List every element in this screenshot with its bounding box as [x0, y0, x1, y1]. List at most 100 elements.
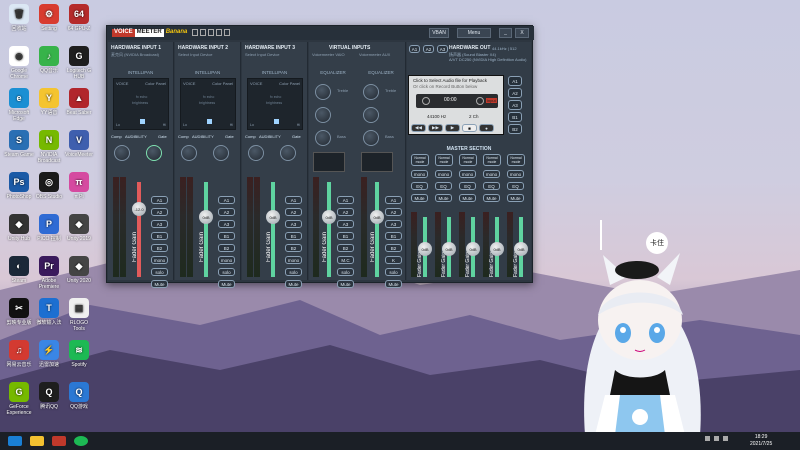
- eq-button[interactable]: EQ: [483, 182, 500, 190]
- desktop-icon[interactable]: ◆ Unity Hub: [4, 214, 34, 242]
- desktop-icon[interactable]: ▲ Beat Saber: [64, 88, 94, 116]
- desktop-icon[interactable]: 🗑 回收站: [4, 4, 34, 32]
- strip-button-mono[interactable]: mono: [151, 256, 168, 264]
- recorder-rate[interactable]: 44100 Hz: [427, 114, 446, 119]
- desktop-icon[interactable]: Q QQ游戏: [64, 382, 94, 410]
- fader-knob[interactable]: 0dB: [199, 210, 213, 224]
- strip-button-a3[interactable]: A3: [385, 220, 402, 228]
- fader-knob[interactable]: 0dB: [514, 242, 528, 256]
- recorder-out-b1[interactable]: B1: [508, 112, 522, 122]
- clock[interactable]: 18:29 2021/7/25: [750, 434, 772, 448]
- normal-mode-button[interactable]: Normal mode: [459, 154, 477, 166]
- play-icon[interactable]: ▶: [445, 124, 460, 132]
- strip-button-mono[interactable]: mono: [218, 256, 235, 264]
- eq-knob[interactable]: [315, 107, 331, 123]
- desktop-icon[interactable]: P PICO 控制: [34, 214, 64, 242]
- record-icon[interactable]: ●: [479, 124, 494, 132]
- strip-button-a3[interactable]: A3: [285, 220, 302, 228]
- eq-button[interactable]: EQ: [507, 182, 524, 190]
- desktop-icon[interactable]: π π Pi: [64, 172, 94, 200]
- normal-mode-button[interactable]: Normal mode: [411, 154, 429, 166]
- recorder-out-a2[interactable]: A2: [508, 88, 522, 98]
- gate-knob[interactable]: [213, 145, 229, 161]
- strip-button-b2[interactable]: B2: [285, 244, 302, 252]
- recorder-input-badge[interactable]: input: [486, 98, 497, 103]
- recorder-out-a1[interactable]: A1: [508, 76, 522, 86]
- desktop-icon[interactable]: e Microsoft Edge: [4, 88, 34, 122]
- desktop-icon[interactable]: ◎ OBS Studio: [34, 172, 64, 200]
- spotify-taskbar-icon[interactable]: [74, 436, 88, 446]
- strip-button-b2[interactable]: B2: [151, 244, 168, 252]
- strip-button-solo[interactable]: solo: [151, 268, 168, 276]
- mute-button[interactable]: Mute: [411, 194, 428, 202]
- strip-button-a3[interactable]: A3: [151, 220, 168, 228]
- comp-knob[interactable]: [248, 145, 264, 161]
- intellipan-panel[interactable]: VOICE Color Panel fx echo brightness Lo Hi: [247, 78, 303, 130]
- intellipan-panel[interactable]: VOICE Color Panel fx echo brightness Lo Hi: [180, 78, 236, 130]
- comp-knob[interactable]: [181, 145, 197, 161]
- strip-button-a1[interactable]: A1: [218, 196, 235, 204]
- desktop-icon[interactable]: ♫ 网易云音乐: [4, 340, 34, 368]
- desktop-icon[interactable]: S Steam Game: [4, 130, 34, 158]
- title-bar[interactable]: VOICE MEETER Banana VBAN Menu _ X: [107, 26, 534, 40]
- eq-knob[interactable]: [363, 84, 379, 100]
- fader-track[interactable]: [375, 182, 379, 277]
- start-icon[interactable]: [8, 436, 22, 446]
- strip-button-a3[interactable]: A3: [218, 220, 235, 228]
- strip-button-a2[interactable]: A2: [218, 208, 235, 216]
- input-device-select[interactable]: Select Input Device: [245, 52, 279, 57]
- strip-button-b2[interactable]: B2: [385, 244, 402, 252]
- mute-button[interactable]: Mute: [435, 194, 452, 202]
- strip-button-k[interactable]: K: [385, 256, 402, 264]
- desktop-icon[interactable]: ♪ QQ音乐: [34, 46, 64, 74]
- strip-button-mute[interactable]: Mute: [151, 280, 168, 288]
- close-button[interactable]: X: [515, 28, 529, 38]
- strip-button-b1[interactable]: B1: [218, 232, 235, 240]
- mute-button[interactable]: Mute: [507, 194, 524, 202]
- gate-knob[interactable]: [146, 145, 162, 161]
- mono-button[interactable]: mono: [459, 170, 476, 178]
- strip-button-b2[interactable]: B2: [337, 244, 354, 252]
- stop-icon[interactable]: ■: [462, 124, 477, 132]
- eq-knob[interactable]: [315, 130, 331, 146]
- eq-button[interactable]: EQ: [459, 182, 476, 190]
- file-explorer-icon[interactable]: [30, 436, 44, 446]
- strip-button-b1[interactable]: B1: [337, 232, 354, 240]
- desktop-icon[interactable]: ◆ Unity 2019: [64, 214, 94, 242]
- desktop-icon[interactable]: Ps PhotoShop: [4, 172, 34, 200]
- fader-knob[interactable]: 0dB: [266, 210, 280, 224]
- fader-track[interactable]: [137, 182, 141, 277]
- recorder-out-b2[interactable]: B2: [508, 124, 522, 134]
- desktop-icon[interactable]: Y YY语音: [34, 88, 64, 116]
- strip-button-a1[interactable]: A1: [337, 196, 354, 204]
- strip-button-mono[interactable]: mono: [285, 256, 302, 264]
- mono-button[interactable]: mono: [507, 170, 524, 178]
- desktop-icon[interactable]: ▤ RLOGO Tools: [64, 298, 94, 332]
- fader-knob[interactable]: 0dB: [322, 210, 336, 224]
- mute-button[interactable]: Mute: [459, 194, 476, 202]
- strip-button-mute[interactable]: Mute: [218, 280, 235, 288]
- mono-button[interactable]: mono: [483, 170, 500, 178]
- hw-out-button-a1[interactable]: A1: [409, 45, 420, 53]
- desktop-icon[interactable]: T 微软输入法: [34, 298, 64, 326]
- strip-button-a2[interactable]: A2: [385, 208, 402, 216]
- normal-mode-button[interactable]: Normal mode: [435, 154, 453, 166]
- eq-button[interactable]: EQ: [435, 182, 452, 190]
- hw-out-button-a3[interactable]: A3: [437, 45, 448, 53]
- recorder-out-a3[interactable]: A3: [508, 100, 522, 110]
- strip-button-a1[interactable]: A1: [285, 196, 302, 204]
- strip-button-a1[interactable]: A1: [151, 196, 168, 204]
- hw-out-device-2[interactable]: A/VT DC250 (NVIDIA High Definition Audio…: [449, 57, 527, 62]
- desktop-icon[interactable]: 64 64 GPU-Z: [64, 4, 94, 32]
- fader-track[interactable]: [271, 182, 275, 277]
- strip-button-a2[interactable]: A2: [151, 208, 168, 216]
- fader-knob[interactable]: 0dB: [370, 210, 384, 224]
- strip-button-b1[interactable]: B1: [385, 232, 402, 240]
- desktop-icon[interactable]: ⚙ Setting: [34, 4, 64, 32]
- comp-knob[interactable]: [114, 145, 130, 161]
- desktop-icon[interactable]: V VoiceMeeter: [64, 130, 94, 158]
- pan-dot-icon[interactable]: [140, 119, 145, 124]
- eq-knob[interactable]: [363, 107, 379, 123]
- fader-track[interactable]: [327, 182, 331, 277]
- vban-button[interactable]: VBAN: [429, 28, 449, 38]
